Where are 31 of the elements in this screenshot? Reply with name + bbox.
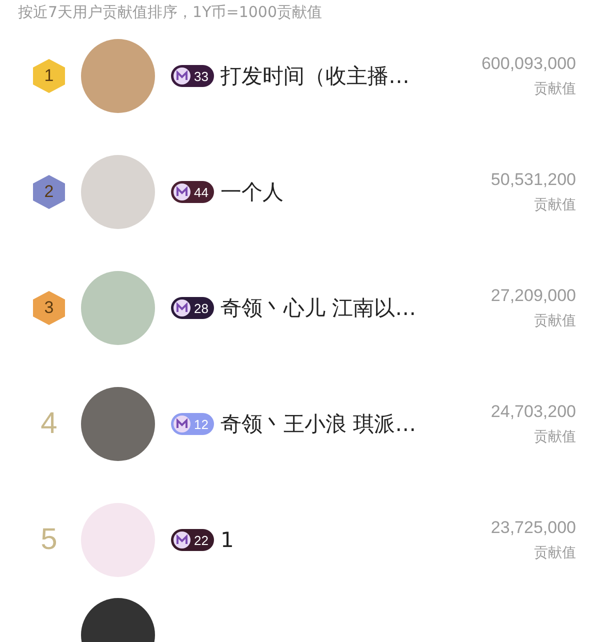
rank-medal: 3 (33, 291, 65, 325)
contribution-amount: 23,725,000 (490, 518, 576, 538)
contribution-amount: 600,093,000 (481, 54, 576, 74)
level-badge: 22 (171, 529, 214, 551)
level-badge: 44 (171, 181, 214, 203)
m-logo-icon (173, 299, 191, 317)
user-name[interactable]: 一个人 (220, 178, 284, 206)
m-logo-icon (173, 67, 191, 85)
level-badge: 28 (171, 297, 214, 319)
contribution-label: 贡献值 (534, 428, 576, 446)
rank-medal: 1 (33, 59, 65, 93)
contribution-amount: 27,209,000 (490, 286, 576, 306)
user-name[interactable]: 奇领丶心儿 江南以… (220, 294, 416, 322)
contribution-label: 贡献值 (534, 196, 576, 214)
m-logo-icon (173, 183, 191, 201)
contribution-label: 贡献值 (534, 544, 576, 562)
contribution-label: 贡献值 (534, 80, 576, 98)
user-name[interactable]: 打发时间（收主播… (220, 62, 410, 90)
m-logo-icon (173, 531, 191, 549)
contribution-label: 贡献值 (534, 312, 576, 330)
user-name[interactable]: 1 (220, 528, 234, 552)
ranking-note: 按近7天用户贡献值排序，1Y币=1000贡献值 (18, 2, 323, 23)
user-name[interactable]: 奇领丶王小浪 琪派… (220, 410, 416, 438)
rank-number: 5 (40, 523, 58, 557)
level-badge: 12 (171, 413, 214, 435)
m-logo-icon (173, 415, 191, 433)
contribution-amount: 24,703,200 (490, 402, 576, 422)
level-badge: 33 (171, 65, 214, 87)
rank-number: 4 (40, 407, 58, 441)
rank-medal: 2 (33, 175, 65, 209)
contribution-amount: 50,531,200 (490, 170, 576, 190)
